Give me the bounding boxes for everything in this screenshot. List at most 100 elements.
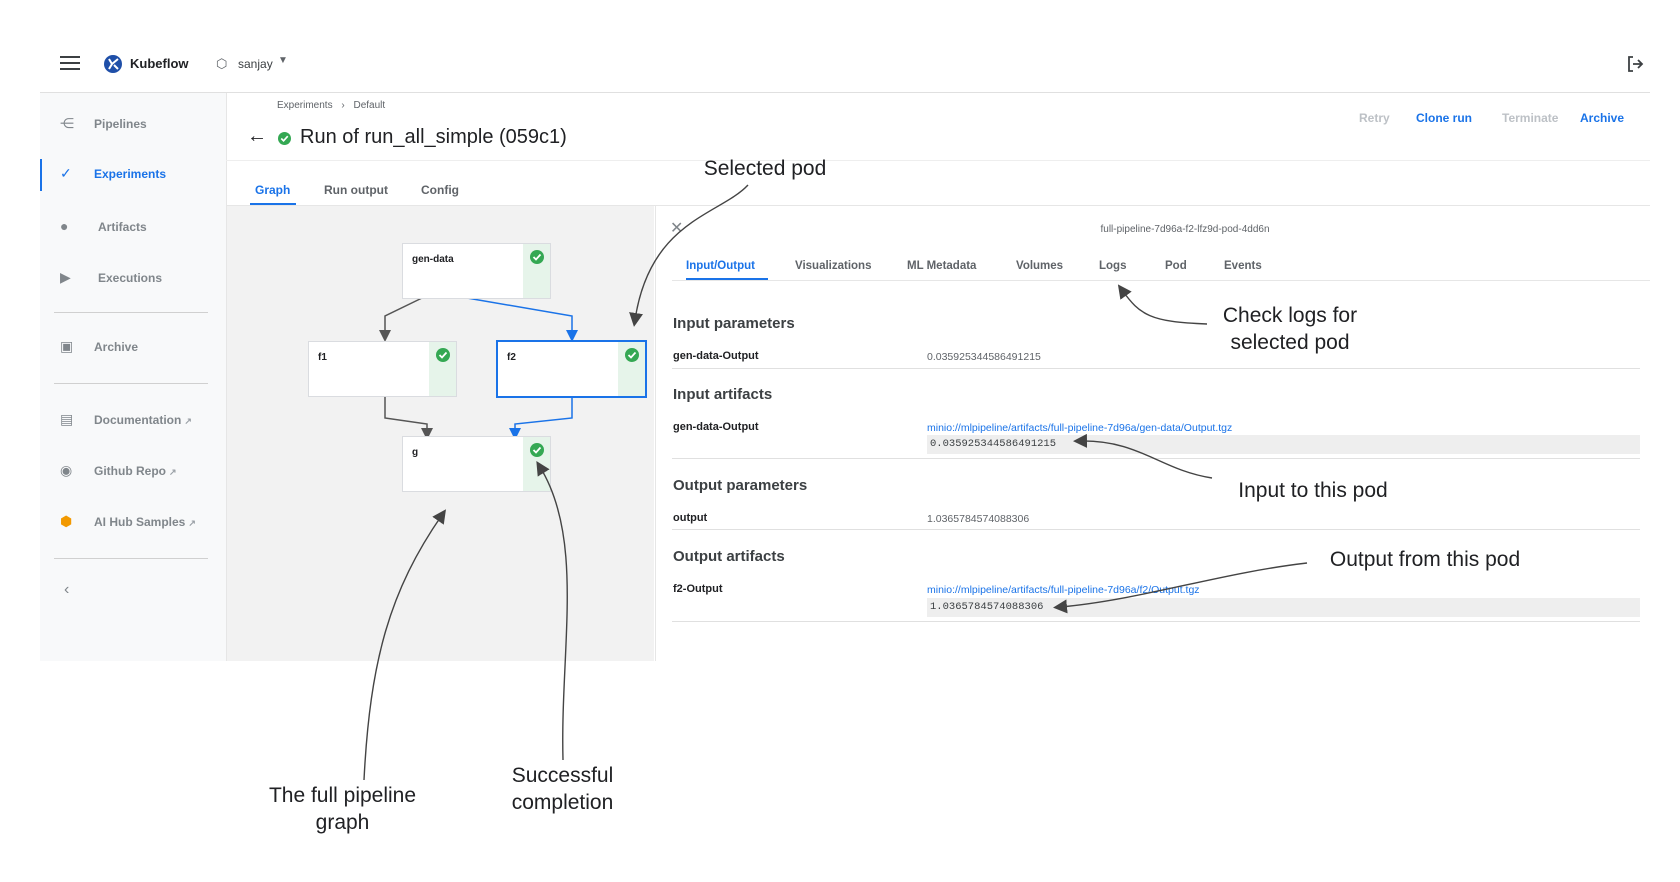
- tab-logs[interactable]: Logs: [1099, 260, 1126, 272]
- collapse-sidebar-icon[interactable]: ‹: [64, 581, 69, 599]
- sidebar-item-ai-hub[interactable]: ⬢ AI Hub Samples ↗: [40, 505, 226, 539]
- breadcrumb-experiments[interactable]: Experiments: [277, 100, 333, 111]
- breadcrumb-separator-icon: ›: [341, 100, 345, 111]
- tab-ml-metadata[interactable]: ML Metadata: [907, 260, 976, 272]
- tab-volumes[interactable]: Volumes: [1016, 260, 1063, 272]
- annotation-success: Successful completion: [495, 762, 630, 816]
- divider: [54, 383, 208, 384]
- sidebar-item-label: Archive: [94, 340, 139, 354]
- menu-icon[interactable]: [60, 56, 80, 70]
- sidebar-item-artifacts[interactable]: ● Artifacts: [40, 210, 226, 244]
- sidebar-item-executions[interactable]: ▶ Executions: [40, 261, 226, 295]
- annotation-line: graph: [315, 811, 370, 834]
- node-label: f1: [318, 352, 327, 363]
- tab-graph[interactable]: Graph: [255, 183, 290, 197]
- success-check-icon: [625, 348, 639, 362]
- graph-node-f2-selected[interactable]: f2: [496, 340, 647, 398]
- back-arrow-icon[interactable]: ←: [247, 125, 267, 148]
- page-title: Run of run_all_simple (059c1): [300, 126, 567, 148]
- node-label: gen-data: [412, 254, 454, 265]
- success-check-icon: [530, 250, 544, 264]
- input-artifact-link[interactable]: minio://mlpipeline/artifacts/full-pipeli…: [927, 422, 1232, 434]
- sidebar: ⋲ Pipelines ✓ Experiments ● Artifacts ▶ …: [40, 93, 227, 661]
- tab-pod[interactable]: Pod: [1165, 260, 1187, 272]
- output-param-value: 1.0365784574088306: [927, 513, 1030, 525]
- active-indicator: [40, 159, 42, 191]
- sidebar-item-label: Pipelines: [94, 117, 147, 131]
- pod-name: full-pipeline-7d96a-f2-lfz9d-pod-4dd6n: [1100, 224, 1270, 235]
- sidebar-item-label: Documentation: [94, 413, 182, 427]
- graph-node-gen-data[interactable]: gen-data: [402, 243, 551, 299]
- edge-f1-g: [384, 396, 433, 440]
- breadcrumb-default[interactable]: Default: [353, 100, 385, 111]
- namespace-selector[interactable]: sanjay: [238, 57, 273, 71]
- graph-node-g[interactable]: g: [402, 436, 551, 492]
- close-icon[interactable]: ✕: [670, 218, 683, 238]
- tab-events[interactable]: Events: [1224, 260, 1262, 272]
- sidebar-item-label: Github Repo: [94, 464, 166, 478]
- sidebar-item-archive[interactable]: ▣ Archive: [40, 330, 226, 364]
- input-param-key: gen-data-Output: [673, 350, 759, 362]
- tab-config[interactable]: Config: [421, 183, 459, 197]
- document-icon: ▤: [60, 411, 74, 427]
- success-check-icon: [278, 132, 291, 145]
- input-artifacts-title: Input artifacts: [673, 386, 773, 403]
- annotation-line: completion: [511, 791, 614, 814]
- divider: [54, 558, 208, 559]
- external-link-icon: ↗: [184, 416, 192, 426]
- node-status: [523, 244, 550, 298]
- divider: [672, 458, 1640, 459]
- output-artifact-link[interactable]: minio://mlpipeline/artifacts/full-pipeli…: [927, 584, 1200, 596]
- annotation-full-graph: The full pipeline graph: [250, 782, 435, 836]
- annotation-line: Check logs for: [1222, 304, 1358, 327]
- archive-button[interactable]: Archive: [1580, 111, 1624, 125]
- input-parameters-title: Input parameters: [673, 315, 795, 332]
- external-link-icon: ↗: [188, 518, 196, 528]
- namespace-icon: ⬡: [216, 56, 228, 71]
- annotation-output: Output from this pod: [1329, 548, 1521, 571]
- brand-name[interactable]: Kubeflow: [130, 56, 189, 71]
- annotation-selected-pod: Selected pod: [703, 157, 827, 180]
- edge-gen-data-f1: [379, 297, 423, 342]
- sidebar-item-documentation[interactable]: ▤ Documentation ↗: [40, 403, 226, 437]
- tab-run-output[interactable]: Run output: [324, 183, 388, 197]
- success-check-icon: [436, 348, 450, 362]
- sidebar-item-pipelines[interactable]: ⋲ Pipelines: [40, 107, 226, 141]
- graph-node-f1[interactable]: f1: [308, 341, 457, 397]
- chevron-down-icon[interactable]: ▼: [278, 55, 288, 66]
- output-artifact-key: f2-Output: [673, 583, 723, 595]
- divider: [226, 160, 1650, 161]
- pipeline-graph: gen-data f1 f2 g: [227, 206, 654, 661]
- kubeflow-logo-icon: [104, 55, 122, 73]
- top-bar: Kubeflow ⬡ sanjay ▼: [40, 36, 1650, 93]
- node-label: g: [412, 447, 419, 458]
- annotation-line: Successful: [511, 764, 614, 787]
- sidebar-item-label: Experiments: [94, 167, 167, 181]
- input-artifact-preview: 0.035925344586491215: [927, 435, 1640, 454]
- sidebar-item-label: AI Hub Samples: [94, 515, 186, 529]
- sidebar-item-label: Artifacts: [98, 220, 147, 234]
- edge-f2-g: [509, 396, 573, 440]
- annotation-input: Input to this pod: [1238, 479, 1388, 502]
- github-icon: ◉: [60, 462, 73, 478]
- archive-icon: ▣: [60, 338, 74, 354]
- clone-run-button[interactable]: Clone run: [1416, 111, 1472, 125]
- divider: [672, 280, 1650, 281]
- input-artifact-key: gen-data-Output: [673, 421, 759, 433]
- sidebar-item-github[interactable]: ◉ Github Repo ↗: [40, 454, 226, 488]
- sidebar-item-experiments[interactable]: ✓ Experiments: [40, 157, 226, 191]
- breadcrumb: Experiments › Default: [277, 100, 391, 111]
- retry-button[interactable]: Retry: [1359, 111, 1390, 125]
- executions-icon: ▶: [60, 269, 71, 285]
- terminate-button[interactable]: Terminate: [1502, 111, 1558, 125]
- artifacts-icon: ●: [60, 218, 69, 234]
- tab-visualizations[interactable]: Visualizations: [795, 260, 871, 272]
- edge-gen-data-f2: [466, 297, 578, 342]
- logout-icon[interactable]: [1625, 54, 1645, 74]
- success-check-icon: [530, 443, 544, 457]
- node-label: f2: [507, 352, 516, 363]
- tab-input-output[interactable]: Input/Output: [686, 260, 755, 272]
- input-param-value: 0.035925344586491215: [927, 351, 1041, 363]
- pipelines-icon: ⋲: [60, 115, 74, 131]
- output-artifact-preview: 1.0365784574088306: [927, 598, 1640, 617]
